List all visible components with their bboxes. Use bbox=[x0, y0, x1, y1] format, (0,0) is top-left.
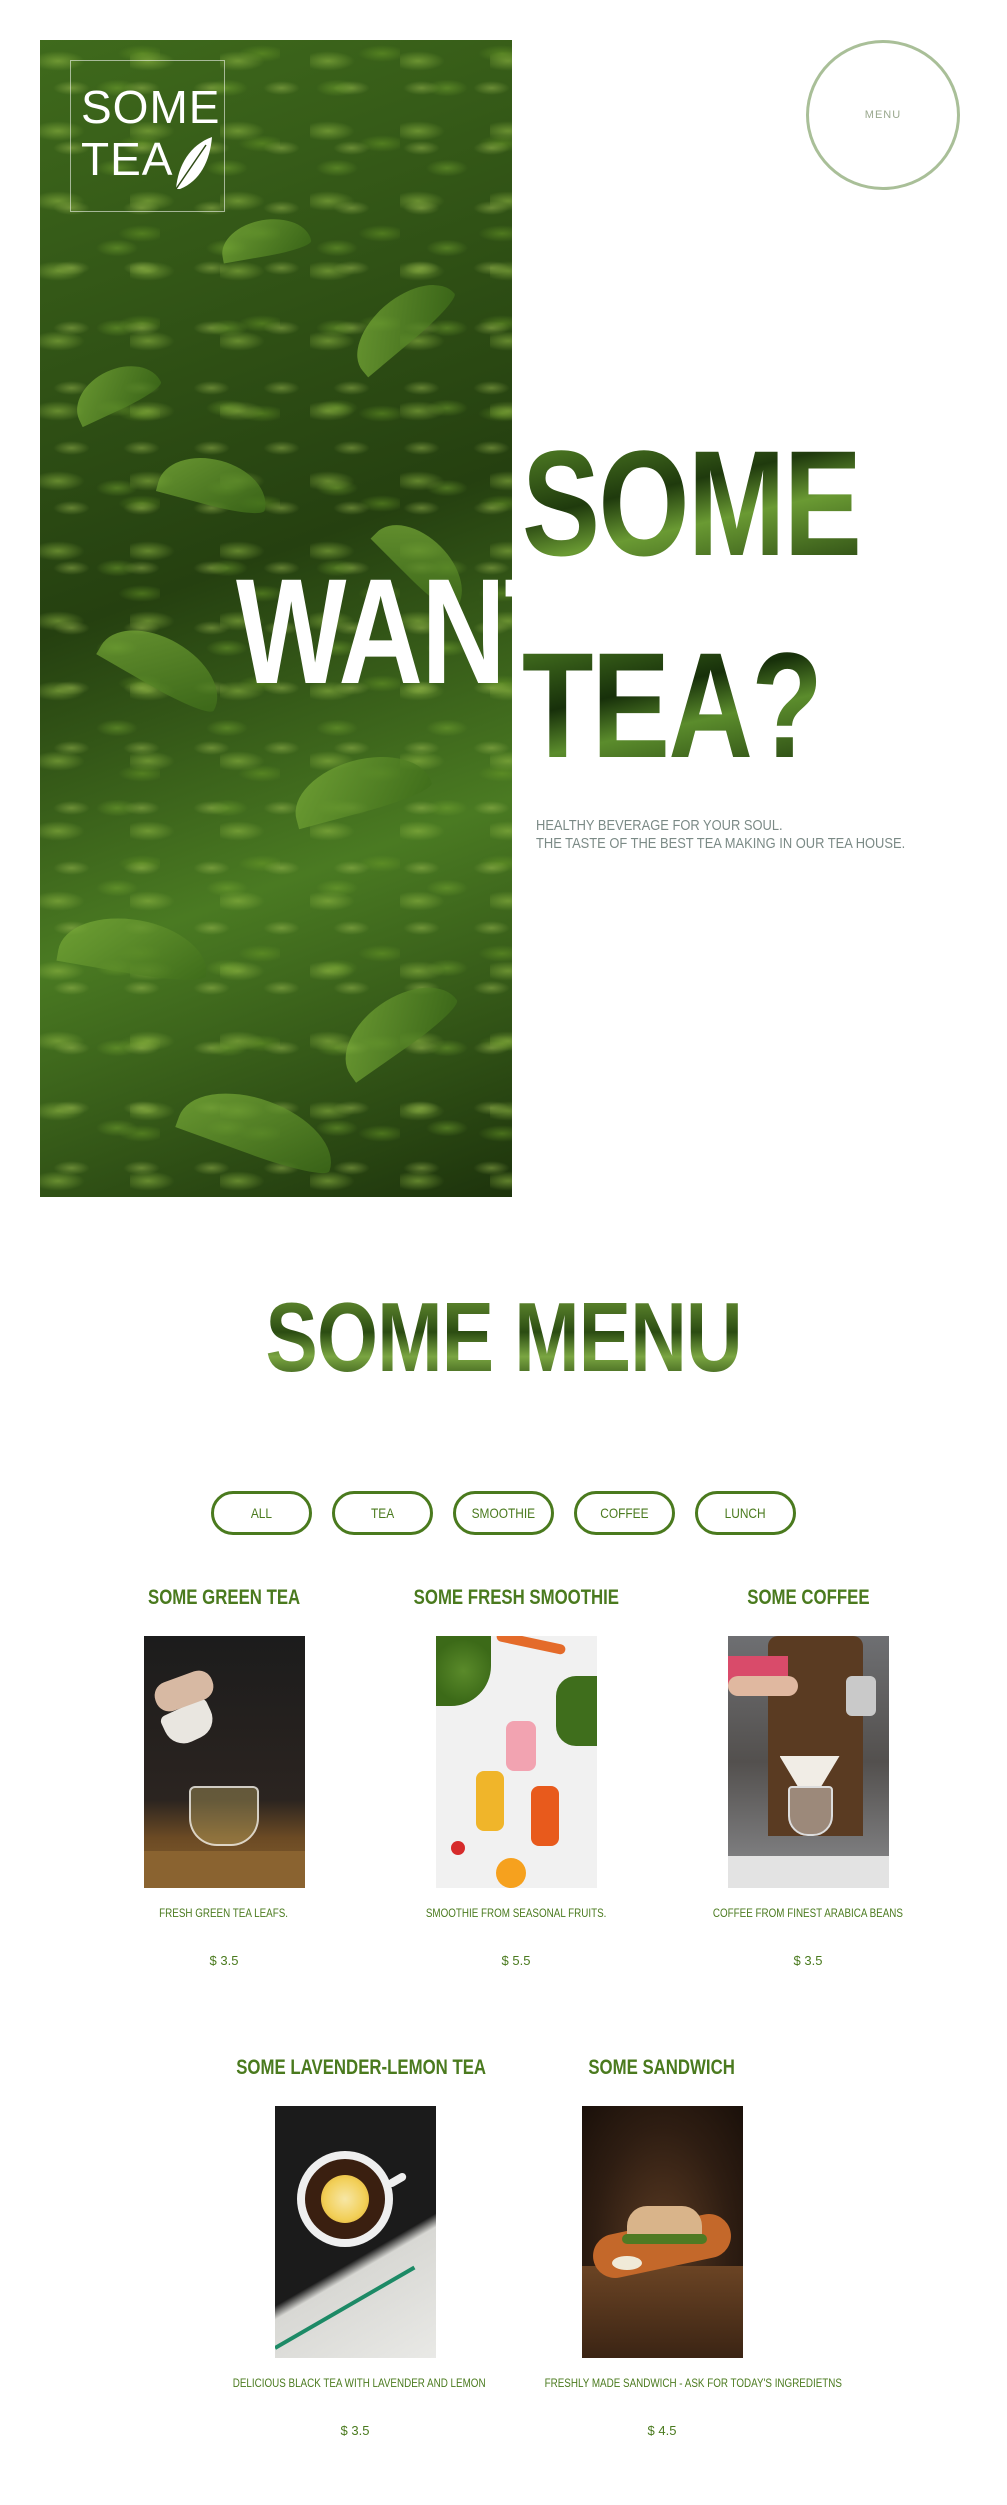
menu-item-image bbox=[581, 2106, 743, 2358]
tagline-line1: HEALTHY BEVERAGE FOR YOUR SOUL. bbox=[536, 817, 783, 834]
tagline-line2: THE TASTE OF THE BEST TEA MAKING IN OUR … bbox=[536, 835, 906, 852]
filter-coffee-label: COFFEE bbox=[600, 1505, 649, 1521]
leaf-icon bbox=[175, 137, 212, 190]
menu-item-card[interactable]: SOME SANDWICH FRESHLY MADE SANDWICH - AS… bbox=[512, 2054, 842, 2438]
menu-item-image bbox=[435, 1636, 597, 1888]
hero-word-tea: TEA? bbox=[522, 621, 823, 789]
menu-item-price: $ 3.5 bbox=[793, 1953, 823, 1968]
menu-item-card[interactable]: SOME GREEN TEA FRESH GREEN TEA LEAFS. $ … bbox=[74, 1584, 374, 1968]
filter-tea-button[interactable]: TEA bbox=[332, 1491, 433, 1535]
menu-item-title: SOME FRESH SMOOTHIE bbox=[413, 1586, 619, 1609]
menu-item-image bbox=[727, 1636, 889, 1888]
filter-tea-label: TEA bbox=[370, 1505, 395, 1521]
menu-item-image bbox=[274, 2106, 436, 2358]
menu-item-image bbox=[143, 1636, 305, 1888]
filter-lunch-label: LUNCH bbox=[724, 1505, 766, 1521]
menu-item-card[interactable]: SOME FRESH SMOOTHIE SMOOTHIE FROM SEASON… bbox=[366, 1584, 666, 1968]
filter-lunch-button[interactable]: LUNCH bbox=[695, 1491, 796, 1535]
menu-button-label: MENU bbox=[864, 109, 902, 121]
filter-smoothie-button[interactable]: SMOOTHIE bbox=[453, 1491, 554, 1535]
menu-item-description: DELICIOUS BLACK TEA WITH LAVENDER AND LE… bbox=[232, 2376, 486, 2390]
menu-item-price: $ 4.5 bbox=[647, 2423, 677, 2438]
menu-filter-bar: ALL TEA SMOOTHIE COFFEE LUNCH bbox=[0, 1491, 1007, 1535]
menu-item-card[interactable]: SOME COFFEE COFFEE FROM FINEST ARABICA B… bbox=[658, 1584, 958, 1968]
menu-item-price: $ 5.5 bbox=[501, 1953, 531, 1968]
filter-smoothie-label: SMOOTHIE bbox=[471, 1505, 536, 1521]
menu-item-description: FRESHLY MADE SANDWICH - ASK FOR TODAY'S … bbox=[544, 2376, 842, 2390]
menu-item-description: COFFEE FROM FINEST ARABICA BEANS bbox=[712, 1906, 904, 1920]
menu-section-title-text: SOME MENU bbox=[265, 1282, 742, 1392]
filter-all-label: ALL bbox=[250, 1505, 273, 1521]
menu-item-description: SMOOTHIE FROM SEASONAL FRUITS. bbox=[425, 1906, 607, 1920]
filter-coffee-button[interactable]: COFFEE bbox=[574, 1491, 675, 1535]
filter-all-button[interactable]: ALL bbox=[211, 1491, 312, 1535]
menu-item-title: SOME LAVENDER-LEMON TEA bbox=[236, 2056, 487, 2079]
logo-text-line1: SOME bbox=[81, 81, 221, 133]
menu-item-price: $ 3.5 bbox=[340, 2423, 370, 2438]
menu-item-title: SOME COFFEE bbox=[746, 1586, 870, 1609]
menu-button[interactable]: MENU bbox=[806, 40, 960, 190]
menu-item-description: FRESH GREEN TEA LEAFS. bbox=[159, 1906, 289, 1920]
menu-item-card[interactable]: SOME LAVENDER-LEMON TEA DELICIOUS BLACK … bbox=[205, 2054, 505, 2438]
menu-item-price: $ 3.5 bbox=[209, 1953, 239, 1968]
menu-item-title: SOME SANDWICH bbox=[588, 2056, 736, 2079]
brand-logo[interactable]: SOME TEA bbox=[70, 60, 225, 212]
menu-item-title: SOME GREEN TEA bbox=[147, 1586, 301, 1609]
menu-section-title: SOME MENU bbox=[0, 1288, 1007, 1386]
hero-tagline: HEALTHY BEVERAGE FOR YOUR SOUL. THE TAST… bbox=[536, 817, 914, 853]
